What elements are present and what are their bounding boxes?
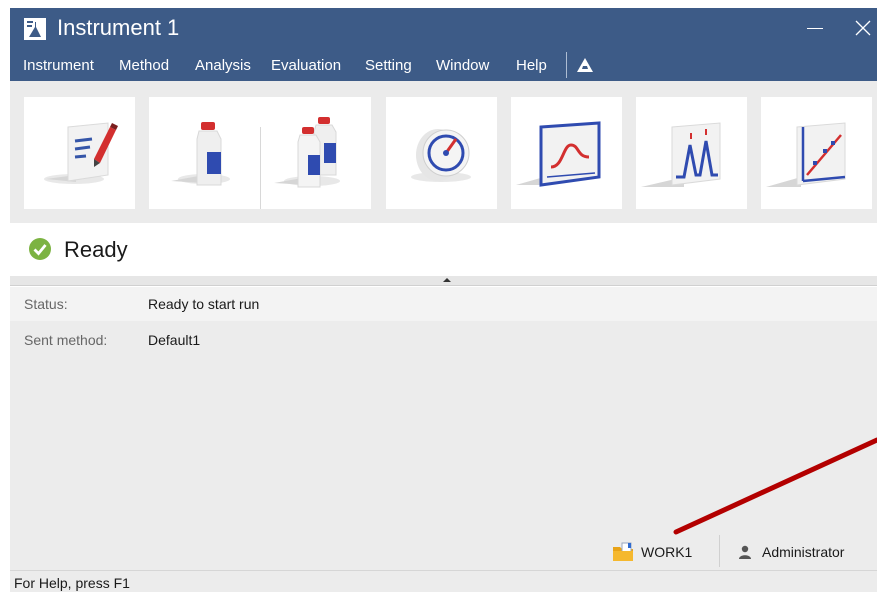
toolbar	[10, 81, 877, 223]
collapse-up-icon[interactable]	[443, 278, 451, 282]
instrument-window: Instrument 1 Instrument Method Analysis …	[0, 0, 877, 592]
menu-method[interactable]: Method	[119, 57, 169, 74]
chromatogram-peaks-icon	[641, 122, 721, 187]
gauge-icon	[411, 129, 471, 182]
sent-method-row: Sent method: Default1	[10, 323, 877, 357]
menu-bar: Instrument Method Analysis Evaluation Se…	[10, 50, 877, 81]
user-icon	[737, 544, 753, 560]
close-icon	[855, 20, 871, 36]
status-row: Status: Ready to start run	[10, 287, 877, 321]
panel-splitter[interactable]	[10, 276, 877, 286]
flask-app-icon	[24, 18, 46, 40]
footer-separator	[719, 535, 720, 567]
folder-icon	[612, 541, 634, 563]
menu-evaluation[interactable]: Evaluation	[271, 57, 341, 74]
single-sample-bottle-icon[interactable]	[149, 97, 260, 209]
menu-analysis[interactable]: Analysis	[195, 57, 251, 74]
status-state-label: Ready	[64, 237, 128, 262]
method-editor-button[interactable]	[24, 97, 135, 209]
user-name: Administrator	[762, 544, 845, 560]
brand-logo-icon[interactable]	[574, 54, 596, 76]
menu-instrument[interactable]: Instrument	[23, 57, 94, 74]
edit-document-icon	[44, 122, 118, 184]
sample-run-button-group	[149, 97, 371, 209]
minimize-button[interactable]	[793, 8, 837, 50]
help-hint: For Help, press F1	[14, 575, 130, 591]
status-header: Ready	[10, 223, 877, 276]
data-monitor-button[interactable]	[511, 97, 622, 209]
status-row-label: Status:	[24, 296, 68, 312]
data-analysis-button[interactable]	[636, 97, 747, 209]
status-row-value: Ready to start run	[148, 296, 260, 312]
window-left-edge	[0, 8, 10, 592]
calibration-button[interactable]	[761, 97, 872, 209]
close-button[interactable]	[845, 8, 877, 50]
calibration-curve-icon	[766, 122, 846, 187]
window-title: Instrument 1	[57, 15, 180, 40]
menu-separator	[566, 52, 567, 78]
sent-method-label: Sent method:	[24, 332, 108, 348]
workspace-name: WORK1	[641, 544, 693, 560]
check-circle-icon	[28, 237, 52, 261]
instrument-status-button[interactable]	[386, 97, 497, 209]
menu-setting[interactable]: Setting	[365, 57, 412, 74]
sent-method-value: Default1	[148, 332, 201, 348]
title-bar: Instrument 1	[10, 8, 877, 50]
status-detail-panel: Status: Ready to start run Sent method: …	[10, 287, 877, 570]
batch-bottles-icon[interactable]	[260, 97, 371, 209]
menu-help[interactable]: Help	[516, 57, 547, 74]
status-bar: For Help, press F1	[10, 570, 877, 592]
data-monitor-icon	[516, 121, 601, 187]
menu-window[interactable]: Window	[436, 57, 489, 74]
